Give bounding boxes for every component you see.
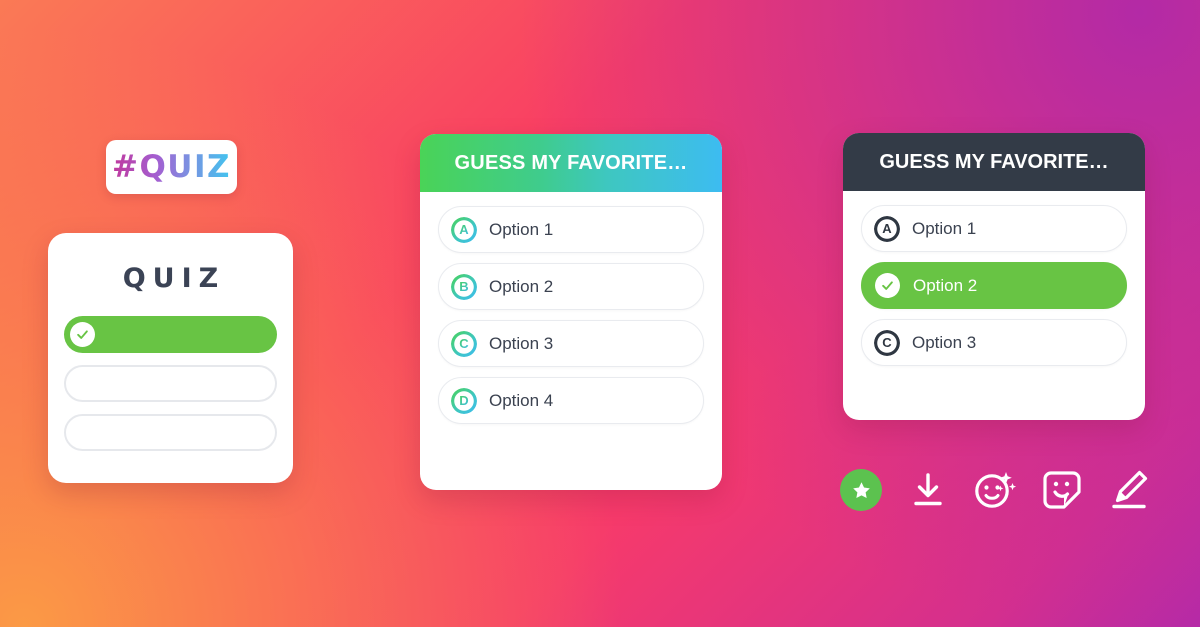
- gradient-card-header: GUESS MY FAVORITE…: [420, 134, 722, 192]
- dark-quiz-card: GUESS MY FAVORITE… A Option 1 Option 2 C…: [843, 133, 1145, 420]
- option-letter-d: D: [459, 393, 469, 408]
- dark-card-title: GUESS MY FAVORITE…: [879, 150, 1109, 173]
- star-icon-badge: [840, 469, 883, 511]
- dark-option-row-a[interactable]: A Option 1: [861, 205, 1127, 252]
- quiz-answer-bar-empty-2[interactable]: [64, 414, 277, 451]
- marker-pen-icon: [1112, 470, 1147, 509]
- dark-option-letter-c: C: [882, 335, 892, 350]
- option-letter-circle-a: A: [451, 216, 477, 243]
- quiz-card: QUIZ: [48, 233, 293, 483]
- quiz-answer-bar-empty-1[interactable]: [64, 365, 277, 402]
- quiz-card-answer-list: [48, 316, 293, 451]
- star-icon: [852, 481, 870, 498]
- option-letter-a: A: [459, 222, 469, 237]
- dark-option-row-selected[interactable]: Option 2: [861, 262, 1127, 309]
- sticker-face-icon: [1043, 471, 1081, 509]
- dark-option-letter-circle-c: C: [874, 329, 900, 356]
- dark-option-row-c[interactable]: C Option 3: [861, 319, 1127, 366]
- dark-card-header: GUESS MY FAVORITE…: [843, 133, 1145, 191]
- option-row-a[interactable]: A Option 1: [438, 206, 704, 253]
- quiz-card-title: QUIZ: [122, 263, 226, 294]
- option-letter-circle-d: D: [451, 387, 477, 414]
- hashtag-quiz-badge: #QUIZ: [106, 140, 237, 194]
- dark-card-option-list: A Option 1 Option 2 C Option 3: [843, 191, 1145, 382]
- dark-option-label-a: Option 1: [912, 218, 977, 238]
- option-row-c[interactable]: C Option 3: [438, 320, 704, 367]
- option-label-c: Option 3: [489, 333, 554, 353]
- marker-pen-icon-button[interactable]: [1108, 467, 1151, 513]
- gradient-card-title: GUESS MY FAVORITE…: [454, 151, 688, 174]
- dark-option-label-c: Option 3: [912, 332, 977, 352]
- option-label-a: Option 1: [489, 219, 554, 239]
- check-icon: [70, 322, 95, 347]
- download-icon: [914, 473, 942, 506]
- effects-face-sparkle-icon: [975, 472, 1017, 508]
- hashtag-quiz-label: #QUIZ: [111, 148, 231, 185]
- option-letter-b: B: [459, 279, 469, 294]
- option-letter-circle-c: C: [451, 330, 477, 357]
- dark-option-check-circle: [874, 272, 901, 299]
- option-label-d: Option 4: [489, 390, 554, 410]
- option-row-d[interactable]: D Option 4: [438, 377, 704, 424]
- option-letter-circle-b: B: [451, 273, 477, 300]
- effects-icon-button[interactable]: [973, 467, 1017, 513]
- dark-option-letter-circle-a: A: [874, 215, 900, 242]
- download-icon-button[interactable]: [907, 467, 950, 513]
- option-row-b[interactable]: B Option 2: [438, 263, 704, 310]
- option-letter-c: C: [459, 336, 469, 351]
- dark-option-label-selected: Option 2: [913, 275, 978, 295]
- sticker-icon-button[interactable]: [1041, 467, 1084, 513]
- gradient-card-option-list: A Option 1 B Option 2 C Option 3 D Optio…: [420, 192, 722, 440]
- story-tool-icon-row: [840, 462, 1150, 518]
- check-icon: [875, 273, 900, 298]
- quiz-answer-bar-selected[interactable]: [64, 316, 277, 353]
- option-label-b: Option 2: [489, 276, 554, 296]
- dark-option-letter-a: A: [882, 221, 892, 236]
- star-icon-button[interactable]: [840, 467, 883, 513]
- poster-canvas: #QUIZ QUIZ GUESS MY FAVORITE… A Option 1…: [0, 0, 1200, 627]
- gradient-quiz-card: GUESS MY FAVORITE… A Option 1 B Option 2: [420, 134, 722, 490]
